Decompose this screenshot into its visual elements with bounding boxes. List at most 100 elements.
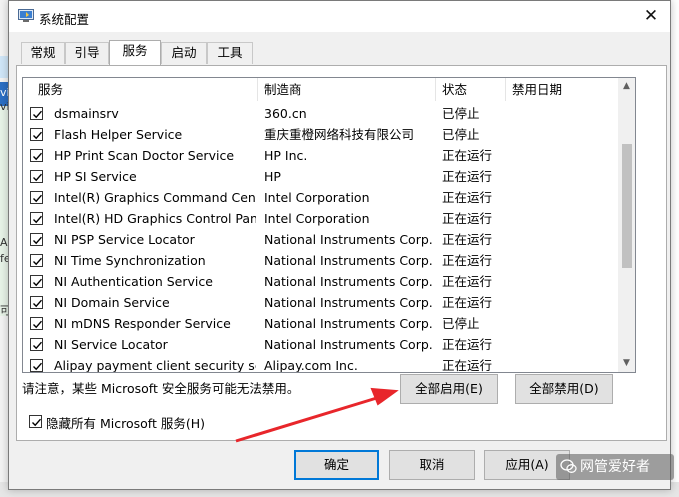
service-checkbox[interactable] <box>30 317 43 330</box>
service-status: 正在运行 <box>442 148 493 163</box>
service-manufacturer: National Instruments Corp... <box>264 274 434 289</box>
tab-boot[interactable]: 引导 <box>65 42 109 64</box>
service-manufacturer: National Instruments Corp... <box>264 253 434 268</box>
service-checkbox[interactable] <box>30 233 43 246</box>
checkmark-icon <box>33 299 43 308</box>
service-name: Flash Helper Service <box>54 127 183 142</box>
service-checkbox[interactable] <box>30 212 43 225</box>
column-header-status[interactable]: 状态 <box>436 78 506 101</box>
window-title: 系统配置 <box>39 12 90 27</box>
service-manufacturer: National Instruments Corp... <box>264 337 434 352</box>
service-status: 已停止 <box>442 127 480 142</box>
table-row[interactable]: Alipay payment client security ser... Ali… <box>23 355 619 373</box>
service-status: 正在运行 <box>442 253 493 268</box>
table-row[interactable]: NI Authentication Service National Instru… <box>23 271 619 292</box>
service-manufacturer: HP <box>264 169 281 184</box>
service-manufacturer: National Instruments Corp... <box>264 295 434 310</box>
service-manufacturer: Alipay.com Inc. <box>264 358 358 373</box>
hide-microsoft-checkbox[interactable] <box>29 415 42 428</box>
table-row[interactable]: dsmainsrv 360.cn 已停止 <box>23 103 619 124</box>
hide-microsoft-label[interactable]: 隐藏所有 Microsoft 服务(H) <box>46 413 205 432</box>
service-name: NI PSP Service Locator <box>54 232 195 247</box>
service-checkbox[interactable] <box>30 254 43 267</box>
table-row[interactable]: Flash Helper Service 重庆重橙网络科技有限公司 已停止 <box>23 124 619 145</box>
service-status: 已停止 <box>442 106 480 121</box>
service-status: 正在运行 <box>442 169 493 184</box>
service-name: HP SI Service <box>54 169 137 184</box>
tab-general[interactable]: 常规 <box>21 42 65 64</box>
column-header-disabled-date[interactable]: 禁用日期 <box>506 78 619 101</box>
microsoft-services-note: 请注意，某些 Microsoft 安全服务可能无法禁用。 <box>22 381 300 396</box>
table-row[interactable]: NI Service Locator National Instruments C… <box>23 334 619 355</box>
disable-all-button[interactable]: 全部禁用(D) <box>515 374 613 404</box>
tab-tools[interactable]: 工具 <box>207 42 253 64</box>
table-row[interactable]: NI Domain Service National Instruments Co… <box>23 292 619 313</box>
service-checkbox[interactable] <box>30 359 43 372</box>
service-manufacturer: HP Inc. <box>264 148 308 163</box>
cancel-button[interactable]: 取消 <box>389 450 475 480</box>
service-checkbox[interactable] <box>30 149 43 162</box>
checkmark-icon <box>32 418 42 427</box>
service-name: NI Time Synchronization <box>54 253 206 268</box>
service-status: 正在运行 <box>442 232 493 247</box>
service-checkbox[interactable] <box>30 275 43 288</box>
services-list[interactable]: 服务 制造商 状态 禁用日期 dsmainsrv 360.cn 已停止 Flash H… <box>22 77 636 373</box>
vertical-scrollbar[interactable]: ▲ ▼ <box>618 78 635 372</box>
watermark-text: 网管爱好者 <box>580 459 650 475</box>
service-status: 已停止 <box>442 316 480 331</box>
service-manufacturer: 360.cn <box>264 106 307 121</box>
close-icon[interactable]: ✕ <box>638 3 664 29</box>
scrollbar-thumb[interactable] <box>622 144 632 268</box>
checkmark-icon <box>33 110 43 119</box>
scroll-down-icon[interactable]: ▼ <box>618 355 635 372</box>
service-status: 正在运行 <box>442 190 493 205</box>
service-manufacturer: National Instruments Corp... <box>264 232 434 247</box>
service-status: 正在运行 <box>442 337 493 352</box>
service-manufacturer: Intel Corporation <box>264 190 370 205</box>
service-status: 正在运行 <box>442 358 493 373</box>
service-manufacturer: 重庆重橙网络科技有限公司 <box>264 127 415 142</box>
service-name: NI Authentication Service <box>54 274 213 289</box>
service-name: NI mDNS Responder Service <box>54 316 231 331</box>
checkmark-icon <box>33 362 43 371</box>
service-name: HP Print Scan Doctor Service <box>54 148 235 163</box>
list-header: 服务 制造商 状态 禁用日期 <box>23 78 619 101</box>
service-checkbox[interactable] <box>30 191 43 204</box>
checkmark-icon <box>33 131 43 140</box>
table-row[interactable]: HP SI Service HP 正在运行 <box>23 166 619 187</box>
service-checkbox[interactable] <box>30 128 43 141</box>
service-status: 正在运行 <box>442 211 493 226</box>
tab-startup[interactable]: 启动 <box>161 42 207 64</box>
wechat-icon <box>560 459 577 473</box>
service-manufacturer: Intel Corporation <box>264 211 370 226</box>
scroll-up-icon[interactable]: ▲ <box>618 78 635 95</box>
checkmark-icon <box>33 194 43 203</box>
msconfig-icon <box>18 9 34 22</box>
table-row[interactable]: NI mDNS Responder Service National Instru… <box>23 313 619 334</box>
service-checkbox[interactable] <box>30 338 43 351</box>
table-row[interactable]: Intel(R) HD Graphics Control Pan... Intel… <box>23 208 619 229</box>
checkmark-icon <box>33 278 43 287</box>
title-bar[interactable]: 系统配置 ✕ <box>9 1 670 32</box>
table-row[interactable]: NI Time Synchronization National Instrume… <box>23 250 619 271</box>
service-status: 正在运行 <box>442 295 493 310</box>
service-checkbox[interactable] <box>30 296 43 309</box>
service-name: Alipay payment client security ser... <box>54 358 256 373</box>
service-name: Intel(R) HD Graphics Control Pan... <box>54 211 256 226</box>
table-row[interactable]: HP Print Scan Doctor Service HP Inc. 正在运行 <box>23 145 619 166</box>
service-checkbox[interactable] <box>30 170 43 183</box>
column-header-manufacturer[interactable]: 制造商 <box>258 78 436 101</box>
service-name: NI Service Locator <box>54 337 168 352</box>
checkmark-icon <box>33 215 43 224</box>
enable-all-button[interactable]: 全部启用(E) <box>400 374 498 404</box>
column-header-service[interactable]: 服务 <box>32 78 258 101</box>
service-checkbox[interactable] <box>30 107 43 120</box>
ok-button[interactable]: 确定 <box>294 450 379 480</box>
checkmark-icon <box>33 173 43 182</box>
service-name: dsmainsrv <box>54 106 119 121</box>
table-row[interactable]: Intel(R) Graphics Command Cent... Intel C… <box>23 187 619 208</box>
watermark: 网管爱好者 <box>556 454 674 480</box>
table-row[interactable]: NI PSP Service Locator National Instrumen… <box>23 229 619 250</box>
checkmark-icon <box>33 320 43 329</box>
tab-services[interactable]: 服务 <box>109 40 161 65</box>
